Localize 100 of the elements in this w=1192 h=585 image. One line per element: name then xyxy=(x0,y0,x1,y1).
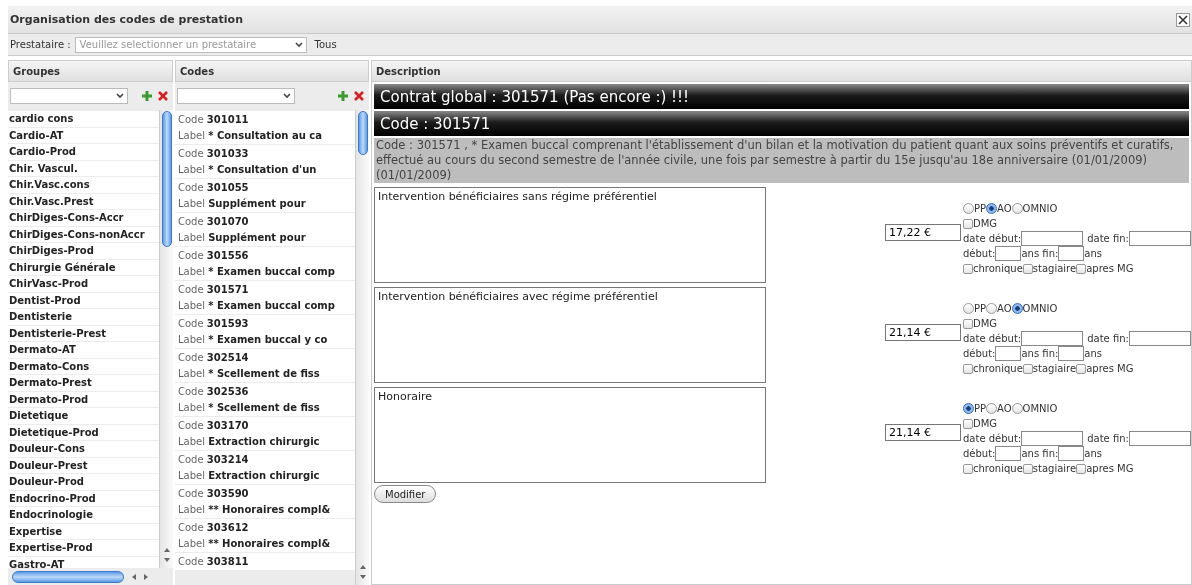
group-item[interactable]: Chir.Vasc.cons xyxy=(8,177,159,193)
code-item[interactable]: Code 301571 Label * Examen buccal comp xyxy=(175,281,355,314)
radio-button[interactable] xyxy=(1011,203,1023,214)
radio-label: AO xyxy=(997,303,1012,314)
group-item[interactable]: Dietetique xyxy=(8,408,159,424)
age-start-field[interactable] xyxy=(995,346,1022,361)
code-item[interactable]: Code 301011 Label * Consultation au ca xyxy=(175,111,355,144)
price-field[interactable]: 21,14 € xyxy=(885,324,961,341)
code-item[interactable]: Code 303170 Label Extraction chirurgic xyxy=(175,417,355,450)
tariff-text-area[interactable]: Honoraire xyxy=(374,387,766,483)
group-item[interactable]: Chir.Vasc.Prest xyxy=(8,193,159,209)
scrollbar[interactable] xyxy=(355,110,369,585)
group-item[interactable]: cardio cons xyxy=(8,111,159,127)
checkbox[interactable] xyxy=(1022,463,1033,474)
contract-title-bar: Contrat global : 301571 (Pas encore :) !!! xyxy=(374,84,1189,109)
field-label: début: xyxy=(963,248,996,259)
checkbox[interactable] xyxy=(1076,463,1087,474)
checkbox[interactable] xyxy=(1022,263,1033,274)
radio-button[interactable] xyxy=(986,403,998,414)
group-item[interactable]: Dentist-Prod xyxy=(8,292,159,308)
code-item[interactable]: Code 301070 Label Supplément pour xyxy=(175,213,355,246)
group-item[interactable]: Dentisterie-Prest xyxy=(8,325,159,341)
group-item[interactable]: Dermato-Cons xyxy=(8,358,159,374)
price-field[interactable]: 21,14 € xyxy=(885,424,961,441)
checkbox-label: DMG xyxy=(973,318,998,329)
code-item[interactable]: Code 303590 Label ** Honoraires compl& xyxy=(175,485,355,518)
radio-button[interactable] xyxy=(986,203,998,214)
age-start-field[interactable] xyxy=(995,246,1022,261)
tariff-text-area[interactable]: Intervention bénéficiaires avec régime préférentiel xyxy=(374,287,766,383)
code-item[interactable]: Code 301593 Label * Examen buccal y co xyxy=(175,315,355,348)
group-item[interactable]: Dentisterie xyxy=(8,309,159,325)
date-start-field[interactable] xyxy=(1021,231,1084,246)
checkbox[interactable] xyxy=(963,363,973,374)
checkbox[interactable] xyxy=(963,463,973,474)
group-item[interactable]: Dermato-AT xyxy=(8,342,159,358)
horizontal-scrollbar[interactable] xyxy=(8,568,173,585)
checkbox[interactable] xyxy=(963,218,973,229)
date-end-field[interactable] xyxy=(1128,431,1191,446)
radio-button[interactable] xyxy=(986,303,998,314)
group-item[interactable]: Endocrinologie xyxy=(8,507,159,523)
checkbox[interactable] xyxy=(1022,363,1033,374)
modify-button[interactable]: Modifier xyxy=(374,485,437,503)
checkbox[interactable] xyxy=(1076,263,1087,274)
checkbox[interactable] xyxy=(963,318,973,329)
group-item[interactable]: ChirDiges-Prod xyxy=(8,243,159,259)
group-item[interactable]: ChirDiges-Cons-Accr xyxy=(8,210,159,226)
group-item[interactable]: ChirDiges-Cons-nonAccr xyxy=(8,226,159,242)
group-item[interactable]: ChirVasc-Prod xyxy=(8,276,159,292)
tariff-text-area[interactable]: Intervention bénéficiaires sans régime préférentiel xyxy=(374,187,766,283)
group-item[interactable]: Dietetique-Prod xyxy=(8,424,159,440)
code-item[interactable]: Code 301556 Label * Examen buccal comp xyxy=(175,247,355,280)
add-icon[interactable] xyxy=(141,90,153,102)
checkbox[interactable] xyxy=(963,263,973,274)
scrollbar[interactable] xyxy=(159,110,173,568)
radio-button[interactable] xyxy=(1011,303,1023,314)
delete-icon[interactable] xyxy=(157,90,169,102)
group-item[interactable]: Chir. Vascul. xyxy=(8,160,159,176)
scroll-thumb[interactable] xyxy=(358,111,368,155)
group-item[interactable]: Expertise xyxy=(8,523,159,539)
group-item[interactable]: Dermato-Prod xyxy=(8,391,159,407)
all-label: Tous xyxy=(314,39,337,50)
radio-button[interactable] xyxy=(963,403,974,414)
code-item[interactable]: Code 301055 Label Supplément pour xyxy=(175,179,355,212)
delete-icon[interactable] xyxy=(353,90,365,102)
date-start-field[interactable] xyxy=(1021,331,1084,346)
group-item[interactable]: Douleur-Prod xyxy=(8,474,159,490)
code-item[interactable]: Code 302536 Label * Scellement de fiss xyxy=(175,383,355,416)
checkbox-label: stagiaire xyxy=(1032,363,1077,374)
date-end-field[interactable] xyxy=(1128,331,1191,346)
field-label: ans fin: xyxy=(1021,248,1059,259)
checkbox[interactable] xyxy=(963,418,973,429)
code-item[interactable]: Code 303612 Label ** Honoraires compl& xyxy=(175,519,355,552)
age-end-field[interactable] xyxy=(1058,346,1085,361)
date-start-field[interactable] xyxy=(1021,431,1084,446)
age-start-field[interactable] xyxy=(995,446,1022,461)
group-item[interactable]: Douleur-Cons xyxy=(8,441,159,457)
checkbox[interactable] xyxy=(1076,363,1087,374)
radio-button[interactable] xyxy=(963,303,974,314)
age-end-field[interactable] xyxy=(1058,246,1085,261)
close-button[interactable] xyxy=(1176,12,1190,27)
radio-button[interactable] xyxy=(1011,403,1023,414)
date-end-field[interactable] xyxy=(1128,231,1191,246)
group-item[interactable]: Gastro-AT xyxy=(8,556,159,568)
group-item[interactable]: Douleur-Prest xyxy=(8,457,159,473)
group-item[interactable]: Expertise-Prod xyxy=(8,540,159,556)
group-item[interactable]: Cardio-Prod xyxy=(8,144,159,160)
scroll-thumb[interactable] xyxy=(12,570,124,583)
price-field[interactable]: 17,22 € xyxy=(885,224,961,241)
scroll-thumb[interactable] xyxy=(162,111,172,247)
code-item[interactable]: Code 303811 xyxy=(175,553,355,570)
group-item[interactable]: Dermato-Prest xyxy=(8,375,159,391)
age-end-field[interactable] xyxy=(1058,446,1085,461)
group-item[interactable]: Endocrino-Prod xyxy=(8,490,159,506)
code-item[interactable]: Code 303214 Label Extraction chirurgic xyxy=(175,451,355,484)
add-icon[interactable] xyxy=(337,90,349,102)
code-item[interactable]: Code 302514 Label * Scellement de fiss xyxy=(175,349,355,382)
group-item[interactable]: Cardio-AT xyxy=(8,127,159,143)
group-item[interactable]: Chirurgie Générale xyxy=(8,259,159,275)
code-item[interactable]: Code 301033 Label * Consultation d'un xyxy=(175,145,355,178)
radio-button[interactable] xyxy=(963,203,974,214)
